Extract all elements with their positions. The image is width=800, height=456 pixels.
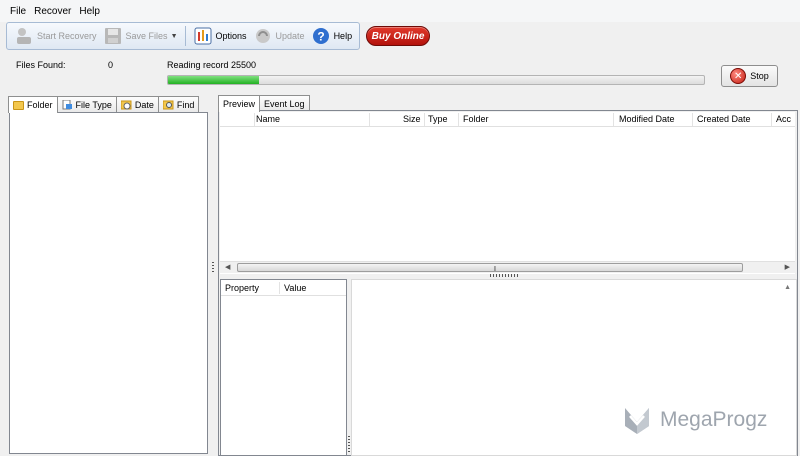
menu-file[interactable]: File: [10, 6, 26, 17]
options-button[interactable]: Options: [190, 25, 250, 47]
right-tab-strip: Preview Event Log: [218, 95, 310, 112]
tab-find[interactable]: Find: [157, 96, 200, 112]
column-separator: [458, 113, 459, 126]
column-separator: [692, 113, 693, 126]
column-modified-date[interactable]: Modified Date: [619, 114, 675, 124]
find-icon: [162, 100, 174, 110]
scroll-right-icon[interactable]: ▶: [785, 263, 790, 271]
update-button[interactable]: Update: [250, 25, 308, 47]
scroll-up-icon[interactable]: ▲: [784, 284, 791, 291]
files-found-value: 0: [108, 60, 114, 70]
file-type-icon: [62, 99, 73, 110]
stop-icon: ✕: [730, 68, 747, 84]
horizontal-scrollbar[interactable]: ◀ ||| ▶: [220, 261, 795, 273]
stop-label: Stop: [750, 71, 769, 81]
update-icon: [253, 26, 273, 46]
vertical-splitter[interactable]: [348, 436, 350, 454]
properties-panel[interactable]: Property Value: [220, 279, 347, 456]
left-tab-strip: Folder File Type Date Find: [8, 96, 200, 113]
tab-find-label: Find: [176, 99, 195, 110]
table-header: Name Size Type Folder Modified Date Crea…: [220, 112, 795, 127]
toolbar-group: Start Recovery Save Files ▼ Options Upda…: [6, 22, 361, 50]
column-value[interactable]: Value: [284, 283, 306, 293]
save-icon: [103, 26, 123, 46]
files-table[interactable]: Name Size Type Folder Modified Date Crea…: [220, 112, 795, 274]
tab-date-label: Date: [134, 99, 154, 110]
column-type[interactable]: Type: [428, 114, 448, 124]
column-folder[interactable]: Folder: [463, 114, 489, 124]
status-area: Files Found: 0 Reading record 25500 ✕ St…: [0, 54, 800, 92]
column-property[interactable]: Property: [225, 283, 259, 293]
folder-icon: [13, 100, 24, 110]
tab-date[interactable]: Date: [115, 96, 159, 112]
files-found-label: Files Found:: [16, 60, 66, 70]
column-separator: [613, 113, 614, 126]
watermark-logo-icon: [625, 408, 649, 434]
buy-online-button[interactable]: Buy Online: [366, 26, 431, 46]
options-label: Options: [215, 31, 247, 41]
progress-fill: [168, 76, 260, 84]
column-separator: [424, 113, 425, 126]
folder-tree-panel[interactable]: [9, 112, 208, 454]
properties-header: Property Value: [221, 280, 346, 296]
column-separator: [771, 113, 772, 126]
help-icon: ?: [311, 26, 331, 46]
start-recovery-button[interactable]: Start Recovery: [11, 25, 100, 47]
column-separator: [369, 113, 370, 126]
update-label: Update: [275, 31, 305, 41]
column-separator: [254, 113, 255, 126]
start-recovery-icon: [14, 26, 34, 46]
column-name[interactable]: Name: [256, 114, 280, 124]
menu-bar: File Recover Help: [0, 0, 800, 22]
menu-recover[interactable]: Recover: [34, 6, 71, 17]
help-label: Help: [333, 31, 353, 41]
tab-folder-label: Folder: [27, 100, 53, 110]
tab-event-log[interactable]: Event Log: [259, 95, 310, 111]
menu-help[interactable]: Help: [79, 6, 100, 17]
scrollbar-thumb[interactable]: |||: [237, 263, 743, 272]
tab-folder[interactable]: Folder: [8, 96, 58, 113]
svg-text:?: ?: [317, 30, 324, 44]
start-recovery-label: Start Recovery: [37, 31, 97, 41]
toolbar-separator: [184, 26, 186, 46]
column-size[interactable]: Size: [403, 114, 421, 124]
scroll-left-icon[interactable]: ◀: [225, 263, 230, 271]
column-created-date[interactable]: Created Date: [697, 114, 751, 124]
tab-file-type[interactable]: File Type: [56, 96, 117, 112]
save-files-label: Save Files: [125, 31, 168, 41]
help-button[interactable]: ? Help: [308, 25, 356, 47]
toolbar: Start Recovery Save Files ▼ Options Upda…: [6, 22, 431, 50]
progress-bar: [167, 75, 705, 85]
chevron-down-icon[interactable]: ▼: [171, 33, 178, 40]
options-icon: [193, 26, 213, 46]
save-files-button[interactable]: Save Files ▼: [100, 25, 181, 47]
column-accessed-date[interactable]: Acc: [776, 114, 791, 124]
grip-icon: |||: [494, 266, 496, 272]
stop-button[interactable]: ✕ Stop: [721, 65, 778, 87]
column-separator: [279, 282, 280, 294]
watermark-text: MegaProgz: [660, 408, 768, 431]
vertical-splitter[interactable]: [212, 262, 214, 272]
tab-file-type-label: File Type: [75, 99, 112, 110]
date-icon: [120, 100, 132, 110]
tab-preview[interactable]: Preview: [218, 95, 261, 112]
horizontal-splitter[interactable]: [490, 274, 518, 277]
watermark: MegaProgz: [622, 404, 767, 436]
reading-status: Reading record 25500: [167, 60, 257, 70]
